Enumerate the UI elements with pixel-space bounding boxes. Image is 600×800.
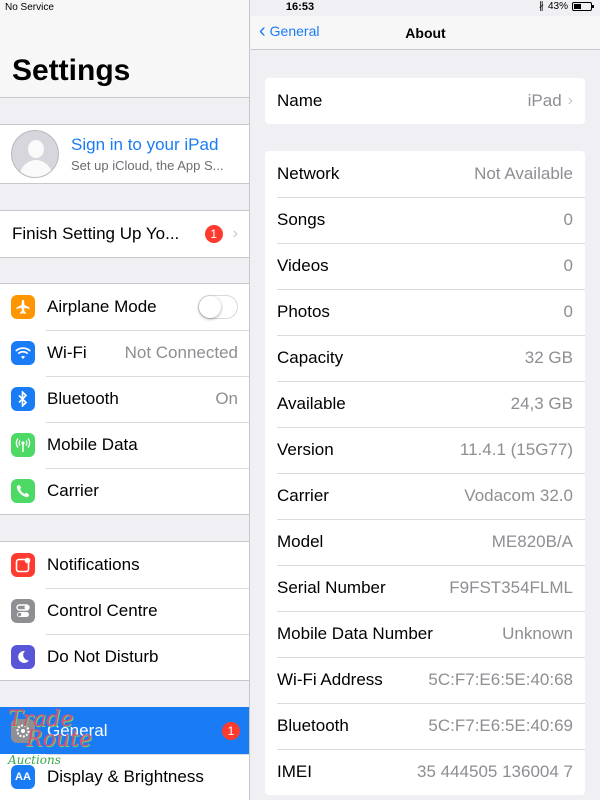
sidebar-item-control-centre[interactable]: Control Centre	[0, 588, 249, 634]
row-value: 35 444505 136004 7	[417, 762, 573, 781]
row-value: 32 GB	[524, 348, 573, 367]
nav-title: About	[405, 25, 446, 41]
name-row[interactable]: Name iPad ›	[265, 78, 585, 124]
sidebar-item-label: Control Centre	[47, 601, 158, 620]
finish-setup-badge: 1	[204, 225, 223, 243]
row-label: Capacity	[277, 348, 344, 367]
battery-icon	[572, 2, 594, 11]
sidebar-item-carrier[interactable]: Carrier	[0, 468, 249, 514]
row-label: Model	[277, 532, 324, 551]
info-row: Photos 0	[265, 289, 585, 335]
bluetooth-icon	[11, 387, 35, 411]
finish-setup-item[interactable]: Finish Setting Up Yo... 1 ›	[0, 210, 249, 258]
row-label: Songs	[277, 210, 326, 229]
row-value: 0	[563, 210, 573, 229]
info-row: Capacity 32 GB	[265, 335, 585, 381]
row-label: Wi-Fi Address	[277, 670, 383, 689]
row-label: Version	[277, 440, 334, 459]
row-label: Videos	[277, 256, 329, 275]
wifi-status: Not Connected	[124, 343, 238, 362]
moon-icon	[11, 645, 35, 669]
settings-sidebar: Settings Sign in to your iPad Set up iCl…	[0, 0, 250, 800]
device-info-group: Network Not Available Songs 0 Videos 0 Photos 0…	[265, 151, 585, 795]
notifications-group: Notifications Control Centre Do Not Dist…	[0, 541, 249, 681]
sidebar-item-label: Notifications	[47, 555, 140, 574]
sidebar-item-label: Wi-Fi	[47, 343, 87, 362]
info-row: Bluetooth 5C:F7:E6:5E:40:69	[265, 703, 585, 749]
sidebar-item-do-not-disturb[interactable]: Do Not Disturb	[0, 634, 249, 680]
row-value: ME820B/A	[491, 532, 573, 551]
row-value: Unknown	[502, 624, 573, 643]
row-label: IMEI	[277, 762, 312, 781]
page-title: Settings	[12, 54, 131, 87]
sidebar-item-bluetooth[interactable]: Bluetooth On	[0, 376, 249, 422]
row-label: Network	[277, 164, 340, 183]
sidebar-item-label: Carrier	[47, 481, 99, 500]
battery-percent: 43%	[547, 1, 568, 12]
switches-icon	[11, 599, 35, 623]
row-value: 5C:F7:E6:5E:40:69	[428, 716, 573, 735]
notifications-icon	[11, 553, 35, 577]
sidebar-item-label: Display & Brightness	[47, 767, 204, 786]
row-value: iPad	[527, 91, 562, 110]
sidebar-item-label: Do Not Disturb	[47, 647, 159, 666]
sidebar-item-airplane-mode[interactable]: Airplane Mode	[0, 284, 249, 330]
sidebar-item-notifications[interactable]: Notifications	[0, 542, 249, 588]
row-label: Available	[277, 394, 346, 413]
row-value: Not Available	[474, 164, 573, 183]
sign-in-title: Sign in to your iPad	[71, 135, 219, 154]
info-row: IMEI 35 444505 136004 7	[265, 749, 585, 795]
info-row: Serial Number F9FST354FLML	[265, 565, 585, 611]
airplane-icon	[11, 295, 35, 319]
connectivity-group: Airplane Mode Wi-Fi Not Connected Blueto…	[0, 283, 249, 515]
row-value: 0	[563, 256, 573, 275]
sidebar-item-label: Bluetooth	[47, 389, 119, 408]
row-label: Serial Number	[277, 578, 386, 597]
phone-icon	[11, 479, 35, 503]
row-value: 24,3 GB	[510, 394, 573, 413]
row-value: Vodacom 32.0	[464, 486, 573, 505]
info-row: Wi-Fi Address 5C:F7:E6:5E:40:68	[265, 657, 585, 703]
row-value: 0	[563, 302, 573, 321]
chevron-right-icon: ›	[232, 225, 238, 242]
wifi-icon	[11, 341, 35, 365]
name-group: Name iPad ›	[265, 78, 585, 124]
info-row: Mobile Data Number Unknown	[265, 611, 585, 657]
info-row: Carrier Vodacom 32.0	[265, 473, 585, 519]
sign-in-subtitle: Set up iCloud, the App S...	[71, 158, 224, 173]
info-row: Model ME820B/A	[265, 519, 585, 565]
bluetooth-status-icon: ∦	[538, 1, 544, 12]
row-label: Name	[277, 91, 323, 110]
row-label: Mobile Data Number	[277, 624, 433, 643]
info-row: Version 11.4.1 (15G77)	[265, 427, 585, 473]
navigation-bar: ‹ General About	[251, 16, 600, 50]
chevron-right-icon: ›	[567, 92, 573, 109]
row-value: 11.4.1 (15G77)	[459, 440, 573, 459]
info-row: Available 24,3 GB	[265, 381, 585, 427]
row-label: Bluetooth	[277, 716, 349, 735]
info-row: Videos 0	[265, 243, 585, 289]
antenna-icon	[11, 433, 35, 457]
info-row: Network Not Available	[265, 151, 585, 197]
info-row: Songs 0	[265, 197, 585, 243]
row-value: 5C:F7:E6:5E:40:68	[428, 670, 573, 689]
general-badge: 1	[222, 722, 240, 740]
airplane-mode-toggle[interactable]	[198, 295, 238, 319]
status-bar: No Service 16:53 ∦ 43%	[0, 0, 600, 16]
sidebar-item-mobile-data[interactable]: Mobile Data	[0, 422, 249, 468]
clock: 16:53	[285, 1, 315, 13]
avatar	[11, 130, 59, 178]
battery-status: ∦ 43%	[538, 1, 594, 12]
row-value: F9FST354FLML	[449, 578, 573, 597]
bluetooth-status: On	[215, 389, 238, 408]
apple-id-sign-in[interactable]: Sign in to your iPad Set up iCloud, the …	[0, 124, 249, 184]
row-label: Photos	[277, 302, 330, 321]
row-label: Carrier	[277, 486, 329, 505]
about-pane: ‹ General About Name iPad › Network Not A…	[251, 0, 600, 800]
finish-setup-label: Finish Setting Up Yo...	[12, 224, 180, 243]
sidebar-item-label: Airplane Mode	[47, 297, 157, 316]
watermark-logo: Trade Route Auctions	[8, 707, 92, 768]
sidebar-item-wifi[interactable]: Wi-Fi Not Connected	[0, 330, 249, 376]
sidebar-item-label: Mobile Data	[47, 435, 138, 454]
